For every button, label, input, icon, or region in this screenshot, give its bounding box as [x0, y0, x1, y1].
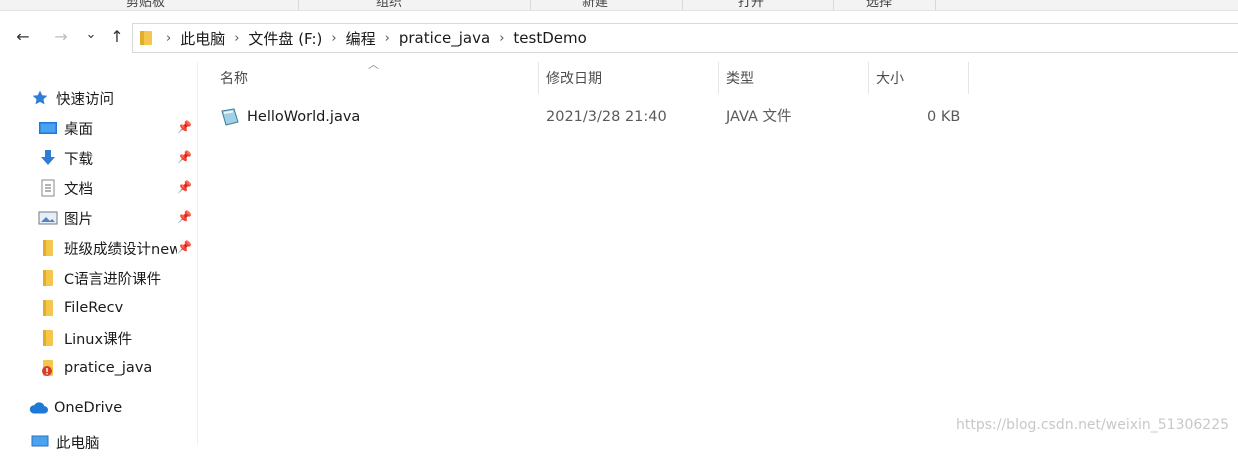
navigation-pane: 快速访问 桌面 📌 下载 📌 文档 📌 图片 📌 班级成绩设计new � [0, 62, 198, 452]
file-row[interactable]: HelloWorld.java 2021/3/28 21:40 JAVA 文件 … [198, 102, 968, 132]
sidebar-item-label: Linux课件 [64, 331, 133, 348]
navigation-bar: ← → ⌄ ↑ › 此电脑 › 文件盘 (F:) › 编程 › pratice_… [0, 10, 1238, 62]
sidebar-item-folder[interactable]: C语言进阶课件 [0, 264, 197, 292]
sidebar-onedrive[interactable]: OneDrive [0, 394, 197, 422]
sort-ascending-icon: ︿ [368, 58, 379, 71]
sidebar-quick-access[interactable]: 快速访问 [0, 84, 197, 112]
column-headers: ︿ 名称 修改日期 类型 大小 [198, 58, 1238, 94]
column-header-size[interactable]: 大小 [876, 62, 904, 94]
sidebar-item-folder[interactable]: 班级成绩设计new 📌 [0, 234, 197, 262]
sidebar-item-pictures[interactable]: 图片 📌 [0, 204, 197, 232]
ribbon-group-clipboard: 剪贴板 [126, 0, 166, 10]
sidebar-item-label: pratice_java [64, 360, 153, 376]
folder-icon [139, 30, 153, 46]
ribbon-group-open: 打开 [738, 0, 765, 10]
sidebar-item-documents[interactable]: 文档 📌 [0, 174, 197, 202]
ribbon-separator [833, 0, 834, 10]
folder-icon [38, 299, 58, 317]
sidebar-item-label: 桌面 [64, 121, 93, 138]
file-type: JAVA 文件 [726, 109, 792, 125]
breadcrumb-separator[interactable]: › [385, 31, 390, 46]
watermark: https://blog.csdn.net/weixin_51306225 [956, 417, 1230, 433]
folder-icon [38, 239, 58, 257]
sidebar-item-desktop[interactable]: 桌面 📌 [0, 114, 197, 142]
up-button[interactable]: ↑ [106, 26, 128, 48]
pin-icon: 📌 [177, 210, 192, 224]
ribbon-group-new: 新建 [582, 0, 609, 10]
java-file-icon [220, 102, 240, 132]
recent-locations-button[interactable]: ⌄ [83, 24, 99, 46]
folder-icon [38, 329, 58, 347]
column-separator[interactable] [718, 62, 719, 94]
pictures-icon [38, 209, 58, 227]
breadcrumb-testdemo[interactable]: testDemo [513, 29, 586, 47]
computer-icon [30, 433, 50, 451]
document-icon [38, 179, 58, 197]
file-size: 0 KB [927, 109, 961, 125]
sidebar-item-label: 图片 [64, 211, 93, 228]
column-separator[interactable] [968, 62, 969, 94]
sidebar-item-label: OneDrive [54, 400, 123, 416]
sidebar-item-label: 快速访问 [56, 91, 114, 108]
breadcrumb-separator[interactable]: › [499, 31, 504, 46]
pin-icon: 📌 [177, 240, 192, 254]
column-separator[interactable] [538, 62, 539, 94]
folder-icon [38, 269, 58, 287]
folder-git-icon [38, 359, 58, 377]
sidebar-item-folder[interactable]: FileRecv [0, 294, 197, 322]
breadcrumb-separator[interactable]: › [234, 31, 239, 46]
ribbon-separator [682, 0, 683, 10]
pin-icon: 📌 [177, 120, 192, 134]
ribbon-separator [298, 0, 299, 10]
breadcrumb-pratice-java[interactable]: pratice_java [399, 29, 490, 47]
column-header-name[interactable]: 名称 [220, 62, 248, 94]
column-header-type[interactable]: 类型 [726, 62, 754, 94]
sidebar-item-label: 班级成绩设计new [64, 241, 177, 258]
breadcrumb-separator[interactable]: › [166, 31, 171, 46]
desktop-icon [38, 119, 58, 137]
breadcrumb-drive-f[interactable]: 文件盘 (F:) [248, 28, 322, 49]
file-modified: 2021/3/28 21:40 [546, 109, 667, 125]
breadcrumb-separator[interactable]: › [331, 31, 336, 46]
star-icon [30, 89, 50, 107]
sidebar-item-label: 文档 [64, 181, 93, 198]
ribbon-group-select: 选择 [866, 0, 893, 10]
breadcrumb-this-pc[interactable]: 此电脑 [180, 28, 225, 49]
ribbon-separator [530, 0, 531, 10]
download-icon [38, 149, 58, 167]
sidebar-item-folder[interactable]: pratice_java [0, 354, 197, 382]
sidebar-this-pc[interactable]: 此电脑 [0, 428, 197, 456]
ribbon-group-organize: 组织 [376, 0, 403, 10]
back-button[interactable]: ← [12, 26, 34, 48]
column-header-modified[interactable]: 修改日期 [546, 62, 602, 94]
sidebar-item-folder[interactable]: Linux课件 [0, 324, 197, 352]
ribbon-separator [935, 0, 936, 10]
sidebar-item-label: C语言进阶课件 [64, 271, 162, 288]
address-bar[interactable]: › 此电脑 › 文件盘 (F:) › 编程 › pratice_java › t… [132, 23, 1238, 53]
pin-icon: 📌 [177, 150, 192, 164]
column-separator[interactable] [868, 62, 869, 94]
sidebar-item-label: 此电脑 [56, 435, 100, 452]
sidebar-item-label: FileRecv [64, 300, 124, 316]
sidebar-item-downloads[interactable]: 下载 📌 [0, 144, 197, 172]
pin-icon: 📌 [177, 180, 192, 194]
cloud-icon [28, 399, 48, 417]
forward-button[interactable]: → [50, 26, 72, 48]
sidebar-item-label: 下载 [64, 151, 93, 168]
file-name: HelloWorld.java [247, 109, 361, 125]
breadcrumb-programming[interactable]: 编程 [346, 28, 376, 49]
